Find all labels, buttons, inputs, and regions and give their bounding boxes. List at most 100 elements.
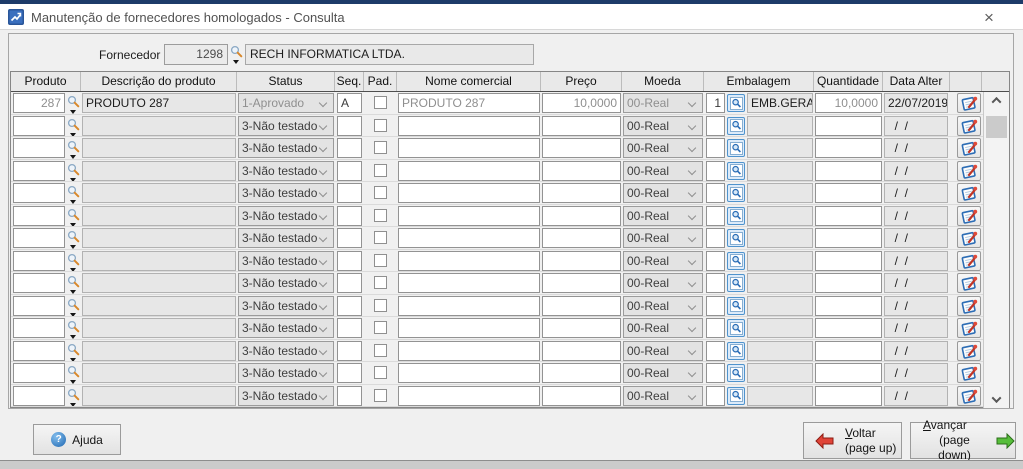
preco-input[interactable]	[542, 295, 621, 316]
pad-checkbox[interactable]	[374, 253, 387, 267]
status-dropdown[interactable]: 3-Não testado	[238, 138, 334, 158]
embalagem-num-input[interactable]	[706, 115, 725, 136]
status-dropdown[interactable]: 3-Não testado	[238, 183, 334, 203]
produto-search-icon[interactable]	[67, 388, 80, 407]
embalagem-num-input[interactable]	[706, 250, 725, 271]
pad-checkbox[interactable]	[374, 366, 387, 379]
status-dropdown[interactable]: 3-Não testado	[238, 250, 334, 271]
edit-row-button[interactable]	[957, 363, 981, 383]
produto-search-icon[interactable]	[67, 298, 80, 317]
quantidade-input[interactable]	[815, 205, 882, 226]
preco-input[interactable]	[542, 205, 621, 226]
seq-input[interactable]	[337, 183, 362, 203]
seq-input[interactable]	[337, 93, 362, 113]
scroll-down-button[interactable]	[984, 391, 1009, 408]
edit-row-button[interactable]	[957, 340, 981, 361]
quantidade-input[interactable]	[815, 115, 882, 136]
seq-input[interactable]	[337, 385, 362, 406]
preco-input[interactable]	[542, 340, 621, 361]
nome-comercial-input[interactable]	[398, 340, 540, 361]
nome-comercial-input[interactable]	[398, 160, 540, 181]
edit-row-button[interactable]	[957, 183, 981, 203]
preco-input[interactable]	[542, 363, 621, 383]
nome-comercial-input[interactable]	[398, 318, 540, 338]
embalagem-view-button[interactable]	[727, 229, 745, 247]
pad-checkbox[interactable]	[374, 343, 387, 357]
seq-input[interactable]	[337, 205, 362, 226]
moeda-dropdown[interactable]: 00-Real	[623, 138, 703, 158]
embalagem-view-button[interactable]	[727, 341, 745, 360]
pad-checkbox[interactable]	[374, 321, 387, 334]
produto-search-icon[interactable]	[67, 208, 80, 227]
edit-row-button[interactable]	[957, 273, 981, 293]
nome-comercial-input[interactable]	[398, 93, 540, 113]
produto-search-icon[interactable]	[67, 140, 80, 159]
produto-search-icon[interactable]	[67, 253, 80, 272]
preco-input[interactable]	[542, 273, 621, 293]
moeda-dropdown[interactable]: 00-Real	[623, 385, 703, 406]
embalagem-num-input[interactable]	[706, 160, 725, 181]
embalagem-num-input[interactable]	[706, 273, 725, 293]
quantidade-input[interactable]	[815, 318, 882, 338]
produto-search-icon[interactable]	[67, 320, 80, 339]
pad-checkbox[interactable]	[374, 186, 387, 199]
produto-input[interactable]	[13, 160, 65, 181]
moeda-dropdown[interactable]: 00-Real	[623, 295, 703, 316]
page-up-button[interactable]: Voltar (page up)	[803, 422, 902, 459]
fornecedor-search-icon[interactable]	[230, 45, 243, 65]
produto-input[interactable]	[13, 340, 65, 361]
embalagem-view-button[interactable]	[727, 364, 745, 382]
pad-checkbox[interactable]	[374, 298, 387, 312]
embalagem-view-button[interactable]	[727, 116, 745, 135]
edit-row-button[interactable]	[957, 228, 981, 248]
produto-input[interactable]	[13, 138, 65, 158]
nome-comercial-input[interactable]	[398, 115, 540, 136]
status-dropdown[interactable]: 3-Não testado	[238, 295, 334, 316]
embalagem-num-input[interactable]	[706, 340, 725, 361]
embalagem-view-button[interactable]	[727, 206, 745, 225]
produto-input[interactable]	[13, 273, 65, 293]
embalagem-view-button[interactable]	[727, 296, 745, 315]
edit-row-button[interactable]	[957, 160, 981, 181]
pad-checkbox[interactable]	[374, 208, 387, 222]
moeda-dropdown[interactable]: 00-Real	[623, 318, 703, 338]
quantidade-input[interactable]	[815, 273, 882, 293]
quantidade-input[interactable]	[815, 250, 882, 271]
edit-row-button[interactable]	[957, 385, 981, 406]
edit-row-button[interactable]	[957, 318, 981, 338]
embalagem-view-button[interactable]	[727, 184, 745, 202]
produto-search-icon[interactable]	[67, 365, 80, 384]
status-dropdown[interactable]: 3-Não testado	[238, 363, 334, 383]
preco-input[interactable]	[542, 228, 621, 248]
quantidade-input[interactable]	[815, 228, 882, 248]
edit-row-button[interactable]	[957, 205, 981, 226]
embalagem-num-input[interactable]	[706, 205, 725, 226]
edit-row-button[interactable]	[957, 138, 981, 158]
status-dropdown[interactable]: 3-Não testado	[238, 273, 334, 293]
produto-input[interactable]	[13, 228, 65, 248]
nome-comercial-input[interactable]	[398, 183, 540, 203]
nome-comercial-input[interactable]	[398, 385, 540, 406]
status-dropdown[interactable]: 3-Não testado	[238, 160, 334, 181]
page-down-button[interactable]: Avançar (page down)	[910, 418, 1016, 462]
moeda-dropdown[interactable]: 00-Real	[623, 228, 703, 248]
moeda-dropdown[interactable]: 00-Real	[623, 115, 703, 136]
moeda-dropdown[interactable]: 00-Real	[623, 93, 703, 113]
preco-input[interactable]	[542, 250, 621, 271]
quantidade-input[interactable]	[815, 183, 882, 203]
seq-input[interactable]	[337, 160, 362, 181]
status-dropdown[interactable]: 1-Aprovado	[238, 93, 334, 113]
moeda-dropdown[interactable]: 00-Real	[623, 205, 703, 226]
quantidade-input[interactable]	[815, 138, 882, 158]
embalagem-view-button[interactable]	[727, 139, 745, 157]
produto-input[interactable]	[13, 93, 65, 113]
moeda-dropdown[interactable]: 00-Real	[623, 250, 703, 271]
seq-input[interactable]	[337, 138, 362, 158]
seq-input[interactable]	[337, 273, 362, 293]
moeda-dropdown[interactable]: 00-Real	[623, 340, 703, 361]
embalagem-view-button[interactable]	[727, 319, 745, 337]
embalagem-view-button[interactable]	[727, 274, 745, 292]
preco-input[interactable]	[542, 160, 621, 181]
produto-input[interactable]	[13, 318, 65, 338]
embalagem-view-button[interactable]	[727, 386, 745, 405]
